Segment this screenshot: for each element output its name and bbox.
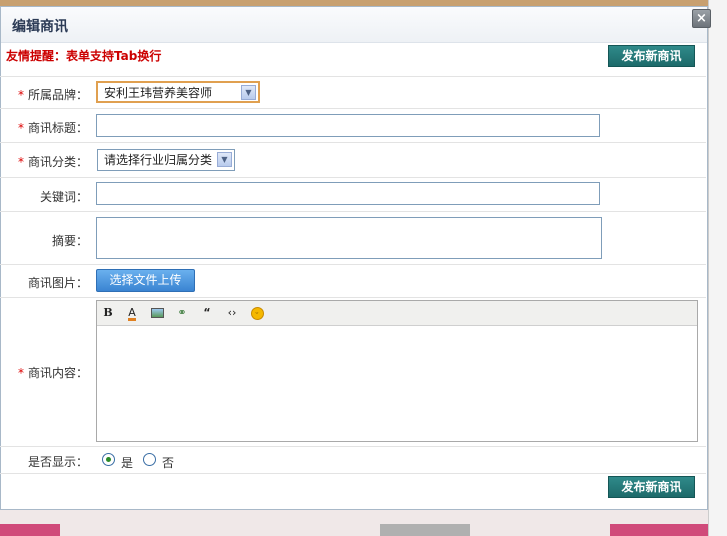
display-no-label: 否: [162, 456, 175, 470]
keywords-label: 关键词：: [39, 190, 88, 204]
close-button[interactable]: ×: [692, 9, 711, 28]
footer-divider: [0, 473, 706, 474]
brand-label: * 所属品牌：: [17, 88, 88, 102]
display-yes-label: 是: [121, 456, 134, 470]
content-label: * 商讯内容：: [17, 366, 88, 380]
emoticon-icon[interactable]: ᵕ: [248, 305, 266, 321]
dialog-title: 编辑商讯: [12, 19, 68, 35]
chevron-down-icon: ▼: [241, 85, 256, 100]
bold-icon[interactable]: B: [99, 305, 117, 321]
form-tip: 友情提醒：表单支持Tab换行: [6, 49, 162, 63]
display-yes-radio[interactable]: [102, 453, 115, 466]
title-label: * 商讯标题：: [17, 121, 88, 135]
summary-label: 摘要：: [51, 234, 88, 248]
image-label: 商讯图片：: [27, 276, 88, 290]
display-label: 是否显示：: [27, 455, 88, 469]
dialog-title-bar: 编辑商讯: [1, 7, 707, 43]
background-page-scrollbar: [708, 0, 727, 536]
upload-file-button[interactable]: 选择文件上传: [96, 269, 195, 292]
code-icon[interactable]: ‹›: [223, 305, 241, 321]
publish-button-top[interactable]: 发布新商讯: [608, 45, 695, 67]
category-select[interactable]: 请选择行业归属分类 ▼: [97, 149, 235, 171]
display-no-radio[interactable]: [143, 453, 156, 466]
category-label: * 商讯分类：: [17, 155, 88, 169]
keywords-input[interactable]: [96, 182, 600, 205]
summary-textarea[interactable]: [96, 217, 602, 259]
brand-select[interactable]: 安利王玮营养美容师 ▼: [96, 81, 260, 103]
background-page-footer: [0, 510, 708, 536]
editor-toolbar: B A ⚭ “ ‹› ᵕ: [97, 301, 697, 326]
title-input[interactable]: [96, 114, 600, 137]
font-color-icon[interactable]: A: [123, 305, 141, 321]
quote-icon[interactable]: “: [198, 305, 216, 321]
link-icon[interactable]: ⚭: [173, 305, 191, 321]
image-icon[interactable]: [148, 305, 166, 321]
publish-button-bottom[interactable]: 发布新商讯: [608, 476, 695, 498]
rich-text-editor[interactable]: B A ⚭ “ ‹› ᵕ: [96, 300, 698, 442]
chevron-down-icon: ▼: [217, 152, 232, 167]
